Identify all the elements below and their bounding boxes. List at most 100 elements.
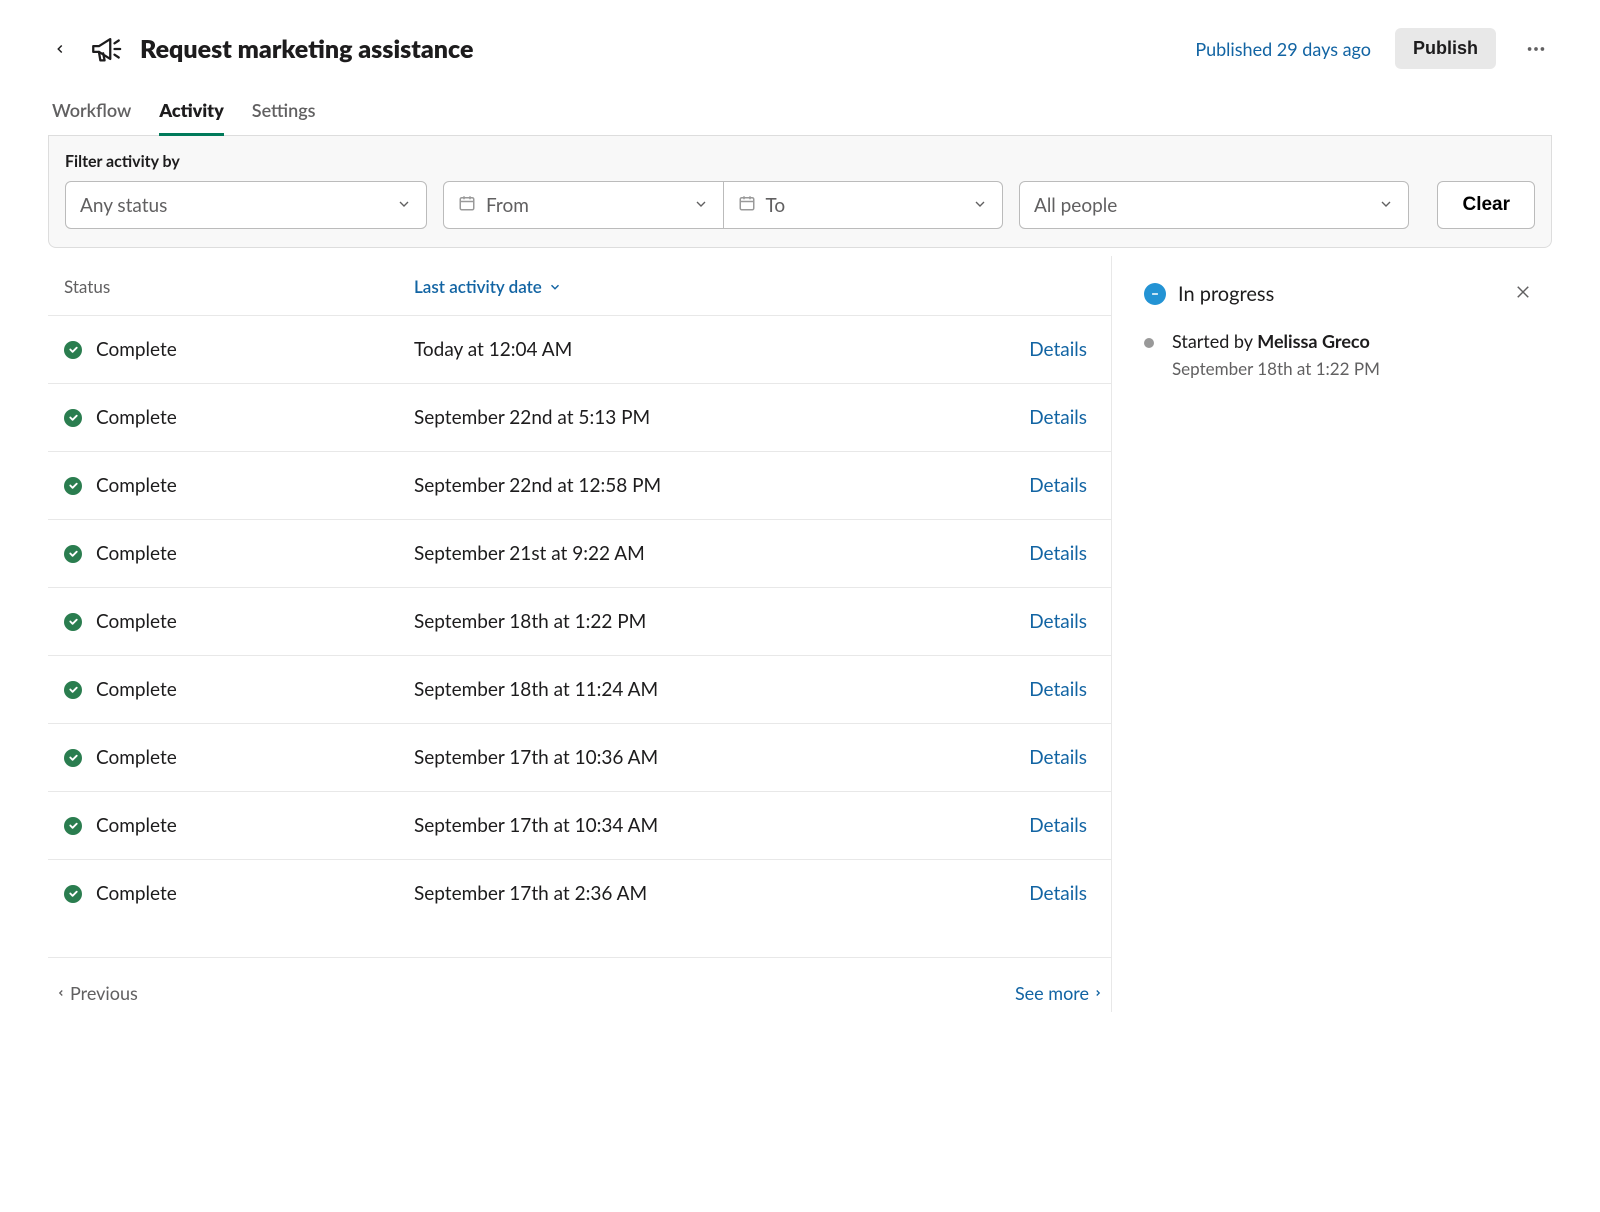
status-cell: Complete: [64, 406, 414, 429]
tab-activity[interactable]: Activity: [159, 89, 223, 136]
activity-date: September 18th at 11:24 AM: [414, 678, 1029, 701]
timeline-event-prefix: Started by: [1172, 330, 1257, 352]
in-progress-icon: [1144, 283, 1166, 305]
status-label: Complete: [96, 542, 177, 565]
check-circle-icon: [64, 341, 82, 359]
check-circle-icon: [64, 885, 82, 903]
publish-button[interactable]: Publish: [1395, 28, 1496, 69]
details-link[interactable]: Details: [1029, 814, 1095, 837]
details-link[interactable]: Details: [1029, 746, 1095, 769]
details-link[interactable]: Details: [1029, 406, 1095, 429]
chevron-down-icon: [1378, 194, 1394, 217]
chevron-down-icon: [972, 194, 988, 217]
column-header-date[interactable]: Last activity date: [414, 276, 562, 297]
status-cell: Complete: [64, 882, 414, 905]
pagination-previous[interactable]: Previous: [56, 982, 138, 1004]
activity-date: September 22nd at 5:13 PM: [414, 406, 1029, 429]
table-row: Complete Today at 12:04 AMDetails: [48, 315, 1111, 383]
timeline-dot-icon: [1144, 338, 1154, 348]
table-row: Complete September 22nd at 5:13 PMDetails: [48, 383, 1111, 451]
tabs: Workflow Activity Settings: [48, 89, 1552, 136]
timeline-event-text: Started by Melissa Greco: [1172, 330, 1380, 352]
check-circle-icon: [64, 681, 82, 699]
date-to-value: To: [766, 194, 786, 217]
panel-status-title: In progress: [1178, 282, 1502, 306]
tab-settings[interactable]: Settings: [252, 89, 316, 136]
details-panel: In progress Started by Melissa Greco Sep…: [1112, 256, 1552, 1012]
date-from-filter[interactable]: From: [443, 181, 724, 229]
status-label: Complete: [96, 678, 177, 701]
status-cell: Complete: [64, 338, 414, 361]
status-cell: Complete: [64, 746, 414, 769]
activity-date: September 18th at 1:22 PM: [414, 610, 1029, 633]
activity-date: September 17th at 2:36 AM: [414, 882, 1029, 905]
page-title: Request marketing assistance: [140, 34, 1179, 64]
activity-date: Today at 12:04 AM: [414, 338, 1029, 361]
clear-filters-button[interactable]: Clear: [1437, 181, 1535, 229]
activity-table: Status Last activity date CompleteToday …: [48, 256, 1112, 1012]
details-link[interactable]: Details: [1029, 882, 1095, 905]
pagination-previous-label: Previous: [70, 982, 138, 1004]
table-row: Complete September 21st at 9:22 AMDetails: [48, 519, 1111, 587]
check-circle-icon: [64, 545, 82, 563]
check-circle-icon: [64, 613, 82, 631]
details-link[interactable]: Details: [1029, 610, 1095, 633]
status-cell: Complete: [64, 814, 414, 837]
date-to-filter[interactable]: To: [724, 181, 1004, 229]
details-link[interactable]: Details: [1029, 474, 1095, 497]
pagination-see-more-label: See more: [1015, 982, 1089, 1004]
chevron-down-icon: [693, 194, 709, 217]
status-label: Complete: [96, 746, 177, 769]
table-row: Complete September 17th at 2:36 AMDetails: [48, 859, 1111, 927]
table-row: Complete September 17th at 10:36 AMDetail…: [48, 723, 1111, 791]
date-from-value: From: [486, 194, 529, 217]
chevron-down-icon: [396, 194, 412, 217]
status-cell: Complete: [64, 610, 414, 633]
table-row: Complete September 18th at 11:24 AMDetail…: [48, 655, 1111, 723]
megaphone-icon: [88, 31, 124, 67]
table-row: Complete September 22nd at 12:58 PMDetail…: [48, 451, 1111, 519]
activity-date: September 17th at 10:34 AM: [414, 814, 1029, 837]
chevron-right-icon: [1093, 988, 1103, 998]
status-filter-value: Any status: [80, 194, 167, 217]
close-icon: [1514, 283, 1532, 301]
table-row: Complete September 17th at 10:34 AMDetail…: [48, 791, 1111, 859]
status-label: Complete: [96, 474, 177, 497]
people-filter[interactable]: All people: [1019, 181, 1409, 229]
tab-workflow[interactable]: Workflow: [52, 89, 131, 136]
status-cell: Complete: [64, 542, 414, 565]
chevron-left-icon: [53, 42, 67, 56]
status-label: Complete: [96, 814, 177, 837]
status-cell: Complete: [64, 678, 414, 701]
people-filter-value: All people: [1034, 194, 1117, 217]
chevron-left-icon: [56, 988, 66, 998]
details-link[interactable]: Details: [1029, 338, 1095, 361]
check-circle-icon: [64, 477, 82, 495]
activity-date: September 21st at 9:22 AM: [414, 542, 1029, 565]
more-actions-button[interactable]: [1520, 33, 1552, 65]
check-circle-icon: [64, 749, 82, 767]
status-filter[interactable]: Any status: [65, 181, 427, 229]
details-link[interactable]: Details: [1029, 542, 1095, 565]
timeline-event-user: Melissa Greco: [1257, 330, 1370, 352]
calendar-icon: [458, 194, 476, 217]
filter-label: Filter activity by: [65, 152, 1535, 171]
page-header: Request marketing assistance Published 2…: [48, 28, 1552, 69]
pagination-see-more[interactable]: See more: [1015, 982, 1103, 1004]
status-label: Complete: [96, 882, 177, 905]
timeline-item: Started by Melissa Greco September 18th …: [1144, 330, 1532, 379]
more-icon: [1525, 38, 1547, 60]
check-circle-icon: [64, 409, 82, 427]
filter-bar: Filter activity by Any status From: [48, 136, 1552, 248]
status-label: Complete: [96, 610, 177, 633]
check-circle-icon: [64, 817, 82, 835]
status-label: Complete: [96, 406, 177, 429]
calendar-icon: [738, 194, 756, 217]
status-label: Complete: [96, 338, 177, 361]
activity-date: September 22nd at 12:58 PM: [414, 474, 1029, 497]
timeline-event-time: September 18th at 1:22 PM: [1172, 358, 1380, 379]
panel-close-button[interactable]: [1514, 283, 1532, 305]
activity-date: September 17th at 10:36 AM: [414, 746, 1029, 769]
details-link[interactable]: Details: [1029, 678, 1095, 701]
back-button[interactable]: [48, 37, 72, 61]
